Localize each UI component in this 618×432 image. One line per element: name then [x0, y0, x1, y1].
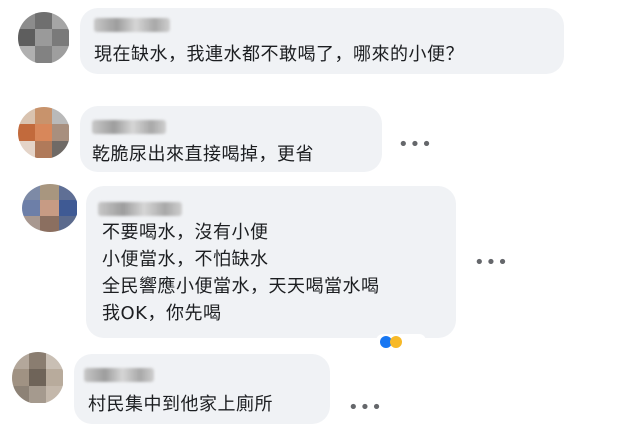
- more-options-icon[interactable]: •••: [348, 399, 383, 417]
- comment-bubble: 乾脆尿出來直接喝掉，更省: [80, 106, 382, 172]
- comment-bubble: 現在缺水，我連水都不敢喝了，哪來的小便？: [80, 8, 564, 74]
- comment-text-line: 全民響應小便當水，天天喝當水喝: [102, 276, 380, 297]
- commenter-name[interactable]: [98, 202, 182, 216]
- comment-text-line: 不要喝水，沒有小便: [102, 222, 269, 243]
- more-options-icon[interactable]: •••: [398, 136, 433, 154]
- comment-text: 乾脆尿出來直接喝掉，更省: [92, 144, 314, 165]
- commenter-name[interactable]: [94, 18, 170, 32]
- comment-bubble: 村民集中到他家上廁所: [74, 354, 330, 424]
- comment-bubble: 不要喝水，沒有小便 小便當水，不怕缺水 全民響應小便當水，天天喝當水喝 我OK，…: [86, 186, 456, 338]
- comment-text: 村民集中到他家上廁所: [88, 394, 273, 415]
- avatar[interactable]: [22, 184, 78, 232]
- comment-text-line: 我OK，你先喝: [102, 303, 222, 324]
- avatar[interactable]: [18, 12, 70, 64]
- reactions-badge[interactable]: [376, 334, 426, 348]
- avatar[interactable]: [18, 107, 70, 159]
- comment-text: 現在缺水，我連水都不敢喝了，哪來的小便？: [94, 44, 464, 65]
- commenter-name[interactable]: [84, 368, 154, 382]
- more-options-icon[interactable]: •••: [474, 254, 509, 272]
- avatar[interactable]: [12, 352, 64, 404]
- comment-text-line: 小便當水，不怕缺水: [102, 249, 269, 270]
- haha-reaction-icon: [390, 336, 402, 348]
- commenter-name[interactable]: [92, 120, 166, 134]
